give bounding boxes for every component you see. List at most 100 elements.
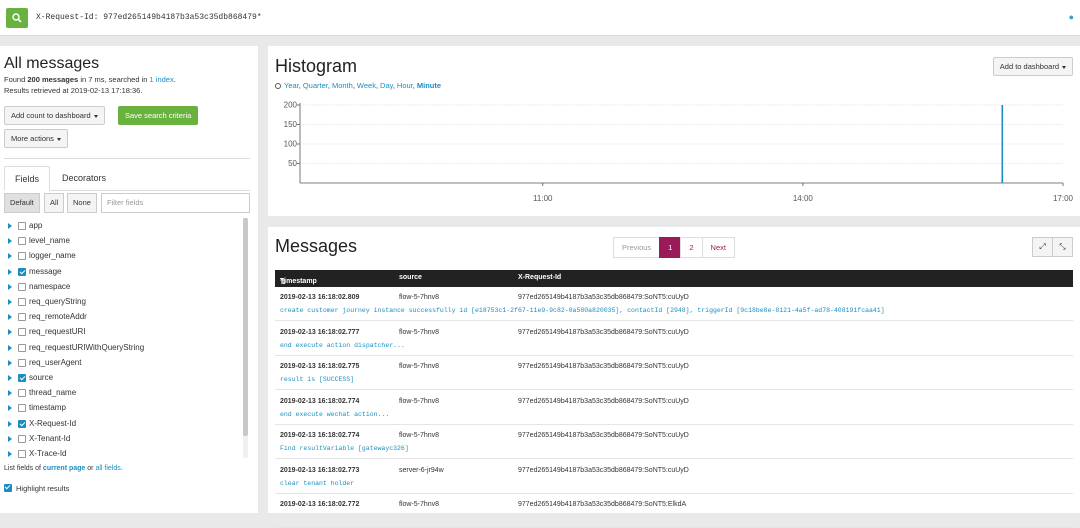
checkbox-icon[interactable] [18,434,26,443]
resolution-day[interactable]: Day [380,81,393,90]
pagination-page-2[interactable]: 2 [680,237,703,258]
field-label[interactable]: message [29,265,61,279]
pagination-page-1[interactable]: 1 [659,237,682,258]
filter-default-button[interactable]: Default [4,193,40,213]
field-item[interactable]: namespace [4,280,242,294]
resolution-hour[interactable]: Hour [397,81,413,90]
expand-triangle-icon[interactable] [8,223,12,229]
expand-triangle-icon[interactable] [8,268,12,275]
field-label[interactable]: logger_name [29,249,76,263]
expand-triangle-icon[interactable] [8,375,12,381]
expand-triangle-icon[interactable] [8,390,12,397]
field-list-scrollbar[interactable] [243,218,248,436]
checkbox-icon[interactable] [18,313,26,322]
expand-triangle-icon[interactable] [8,283,12,290]
table-row[interactable]: 2019-02-13 16:18:02.773 server-6-jr94w 977… [275,460,1073,494]
histogram-chart[interactable]: 50 100 150 200 11:00 14:00 17:00 [268,96,1080,216]
checkbox-checked-icon[interactable] [18,374,26,382]
pagination-previous[interactable]: Previous [613,237,661,258]
lightbulb-icon[interactable]: ● [1069,12,1074,22]
resolution-quarter[interactable]: Quarter [303,81,328,90]
histogram-bar[interactable] [1001,105,1004,183]
table-row[interactable]: 2019-02-13 16:18:02.775 flow-5-7hnv8 977ed… [275,356,1073,390]
resolution-month[interactable]: Month [332,81,353,90]
column-header-source[interactable]: source [399,274,422,281]
resolution-minute[interactable]: Minute [417,81,441,90]
checkbox-icon[interactable] [18,343,26,352]
checkbox-icon[interactable] [18,328,26,337]
table-row[interactable]: 2019-02-13 16:18:02.774 flow-5-7hnv8 977ed… [275,425,1073,459]
filter-none-button[interactable]: None [67,193,97,213]
field-label[interactable]: req_queryString [29,295,86,309]
field-item[interactable]: req_requestURIWithQueryString [4,341,242,355]
filter-all-button[interactable]: All [44,193,65,213]
sort-icon[interactable]: ⇅ [280,278,286,286]
field-item[interactable]: timestamp [4,401,242,415]
field-label[interactable]: level_name [29,234,70,248]
expand-triangle-icon[interactable] [8,420,12,427]
expand-triangle-icon[interactable] [8,344,12,351]
expand-triangle-icon[interactable] [8,238,12,245]
field-item[interactable]: X-Trace-Id [4,447,242,458]
checkbox-icon[interactable] [18,298,26,306]
checkbox-icon[interactable] [18,358,26,367]
checkbox-checked-icon[interactable] [18,267,26,276]
pagination-next[interactable]: Next [701,237,735,258]
field-item[interactable]: req_userAgent [4,356,242,370]
field-label[interactable]: req_requestURI [29,325,85,339]
current-page-link[interactable]: current page [43,465,85,472]
field-label[interactable]: app [29,219,42,233]
checkbox-checked-icon[interactable] [4,484,12,492]
field-label[interactable]: source [29,371,53,385]
expand-triangle-icon[interactable] [8,435,12,442]
column-header-request-id[interactable]: X-Request-Id [518,274,561,281]
checkbox-checked-icon[interactable] [18,419,26,428]
field-label[interactable]: X-Trace-Id [29,447,67,458]
table-row[interactable]: 2019-02-13 16:18:02.777 flow-5-7hnv8 977ed… [275,322,1073,356]
expand-triangle-icon[interactable] [8,314,12,321]
tab-decorators[interactable]: Decorators [52,166,116,191]
expand-triangle-icon[interactable] [8,405,12,412]
checkbox-icon[interactable] [18,282,26,291]
table-row[interactable]: 2019-02-13 16:18:02.774 flow-5-7hnv8 977ed… [275,391,1073,425]
table-row[interactable]: 2019-02-13 16:18:02.809 flow-5-7hnv8 977ed… [275,287,1073,321]
field-label[interactable]: req_remoteAddr [29,310,87,324]
checkbox-icon[interactable] [18,389,26,398]
field-item[interactable]: message [4,265,242,279]
field-label[interactable]: X-Request-Id [29,417,76,431]
checkbox-icon[interactable] [18,450,26,458]
checkbox-icon[interactable] [18,252,26,261]
field-item[interactable]: X-Request-Id [4,417,242,431]
expand-triangle-icon[interactable] [8,451,12,457]
expand-triangle-icon[interactable] [8,359,12,366]
highlight-results-toggle[interactable]: Highlight results [4,484,69,493]
filter-fields-input[interactable]: Filter fields [101,193,250,213]
add-count-to-dashboard-button[interactable]: Add count to dashboard [4,106,105,125]
field-item[interactable]: level_name [4,234,242,248]
tab-fields[interactable]: Fields [4,166,51,191]
field-label[interactable]: namespace [29,280,70,294]
index-link[interactable]: 1 index [150,75,174,84]
add-to-dashboard-button[interactable]: Add to dashboard [992,57,1073,76]
field-item[interactable]: req_remoteAddr [4,310,242,324]
field-item[interactable]: source [4,371,242,385]
field-item[interactable]: app [4,219,242,233]
table-row[interactable]: 2019-02-13 16:18:02.772 flow-5-7hnv8 977ed… [275,494,1073,528]
shrink-icon[interactable]: ⤡ [1052,237,1073,257]
save-search-criteria-button[interactable]: Save search criteria [118,106,199,125]
expand-triangle-icon[interactable] [8,329,12,336]
checkbox-icon[interactable] [18,237,26,246]
expand-icon[interactable]: ⤢ [1032,237,1053,257]
field-item[interactable]: req_requestURI [4,325,242,339]
more-actions-button[interactable]: More actions [4,129,68,148]
field-item[interactable]: req_queryString [4,295,242,309]
search-query-input[interactable]: X-Request-Id: 977ed265149b4187b3a53c35db… [36,13,262,22]
checkbox-icon[interactable] [18,404,26,413]
checkbox-icon[interactable] [18,222,26,230]
field-item[interactable]: X-Tenant-Id [4,432,242,446]
field-item[interactable]: thread_name [4,386,242,400]
field-label[interactable]: req_userAgent [29,356,81,370]
resolution-week[interactable]: Week [357,81,376,90]
field-label[interactable]: timestamp [29,401,66,415]
all-fields-link[interactable]: all fields [95,465,120,472]
